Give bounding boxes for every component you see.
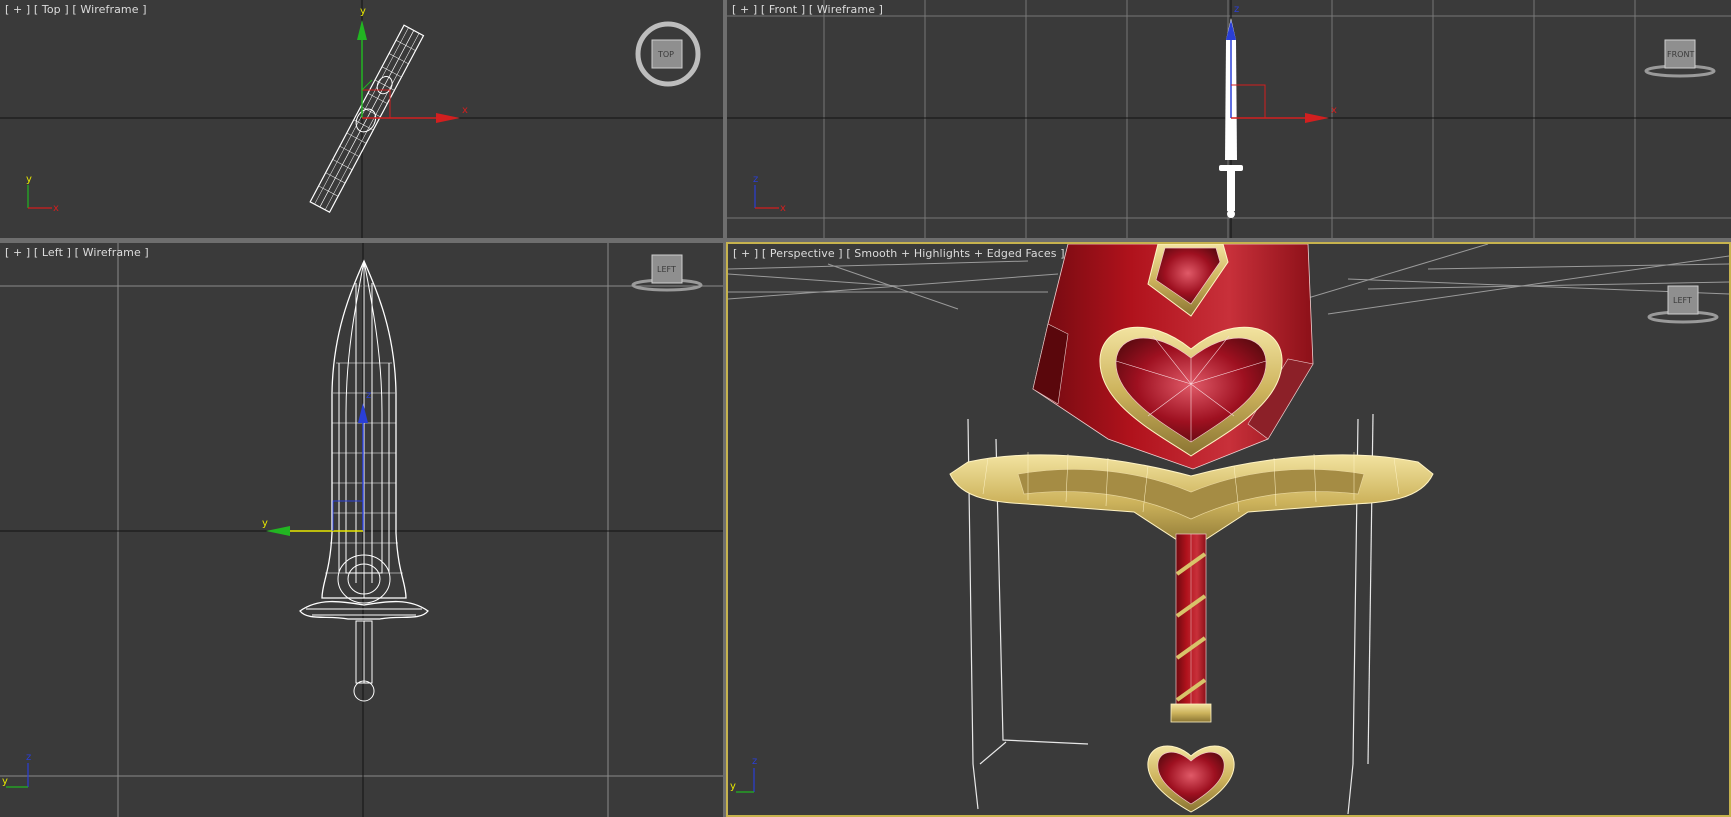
viewport-perspective[interactable]: LEFT z y [ + ] [ Perspective ] [ Smooth … — [726, 242, 1731, 817]
svg-text:x: x — [780, 203, 786, 214]
sword-pommel-3d[interactable] — [1147, 745, 1235, 813]
gizmo-x-label: x — [462, 105, 468, 116]
svg-text:y: y — [26, 174, 32, 185]
axis-tripod: y x — [26, 174, 59, 214]
viewport-top-canvas[interactable]: y x TOP y x — [0, 0, 723, 238]
view-name-button[interactable]: [ Top ] — [34, 3, 69, 16]
transform-gizmo[interactable]: z x — [1226, 4, 1337, 123]
viewport-label-perspective: [ + ] [ Perspective ] [ Smooth + Highlig… — [733, 247, 1065, 260]
viewport-menu-button[interactable]: [ + ] — [5, 3, 30, 16]
shading-mode-button[interactable]: [ Wireframe ] — [809, 3, 883, 16]
viewcube[interactable]: LEFT — [631, 254, 703, 292]
viewcube[interactable]: TOP — [635, 21, 701, 87]
shading-mode-button[interactable]: [ Wireframe ] — [75, 246, 149, 259]
gizmo-y-label: y — [262, 518, 268, 529]
viewport-label-front: [ + ] [ Front ] [ Wireframe ] — [732, 3, 883, 16]
svg-text:y: y — [730, 781, 736, 792]
transform-gizmo[interactable]: z y — [262, 390, 371, 536]
viewport-front[interactable]: z x FRONT z x [ + ] [ Front ] [ Wirefram… — [727, 0, 1731, 238]
viewport-label-top: [ + ] [ Top ] [ Wireframe ] — [5, 3, 147, 16]
gizmo-z-label: z — [366, 390, 371, 401]
shading-mode-button[interactable]: [ Wireframe ] — [72, 3, 146, 16]
viewport-left-canvas[interactable]: z y LEFT z y — [0, 243, 723, 817]
svg-text:z: z — [26, 752, 31, 763]
view-name-button[interactable]: [ Perspective ] — [762, 247, 843, 260]
viewcube-label: LEFT — [1673, 296, 1692, 305]
viewcube-label: FRONT — [1667, 50, 1694, 59]
viewport-left[interactable]: z y LEFT z y [ + ] [ Left ] [ Wireframe … — [0, 243, 723, 817]
viewcube[interactable]: FRONT — [1644, 39, 1716, 78]
svg-text:z: z — [753, 174, 758, 185]
axis-tripod: z y — [730, 756, 757, 793]
shading-mode-button[interactable]: [ Smooth + Highlights + Edged Faces ] — [846, 247, 1064, 260]
gizmo-z-label: z — [1234, 4, 1239, 15]
viewcube-label: LEFT — [657, 265, 676, 274]
viewport-menu-button[interactable]: [ + ] — [733, 247, 758, 260]
viewport-menu-button[interactable]: [ + ] — [5, 246, 30, 259]
axis-tripod: z x — [753, 174, 786, 214]
viewcube-label: TOP — [657, 50, 674, 59]
axis-tripod: z y — [2, 752, 31, 788]
view-name-button[interactable]: [ Front ] — [761, 3, 805, 16]
svg-text:y: y — [2, 776, 8, 787]
sword-blade-3d[interactable] — [1032, 244, 1314, 470]
grid — [0, 243, 723, 817]
gizmo-x-label: x — [1331, 105, 1337, 116]
viewport-front-canvas[interactable]: z x FRONT z x — [727, 0, 1731, 238]
gizmo-y-label: y — [360, 6, 366, 17]
view-name-button[interactable]: [ Left ] — [34, 246, 71, 259]
viewport-menu-button[interactable]: [ + ] — [732, 3, 757, 16]
sword-wireframe-left[interactable] — [299, 259, 429, 702]
sword-grip-3d[interactable] — [1170, 533, 1212, 723]
viewport-perspective-canvas[interactable]: LEFT z y — [728, 244, 1729, 815]
svg-text:z: z — [752, 756, 757, 767]
viewport-label-left: [ + ] [ Left ] [ Wireframe ] — [5, 246, 149, 259]
svg-text:x: x — [53, 203, 59, 214]
viewport-top[interactable]: y x TOP y x [ + ] [ Top ] [ Wireframe ] — [0, 0, 723, 238]
